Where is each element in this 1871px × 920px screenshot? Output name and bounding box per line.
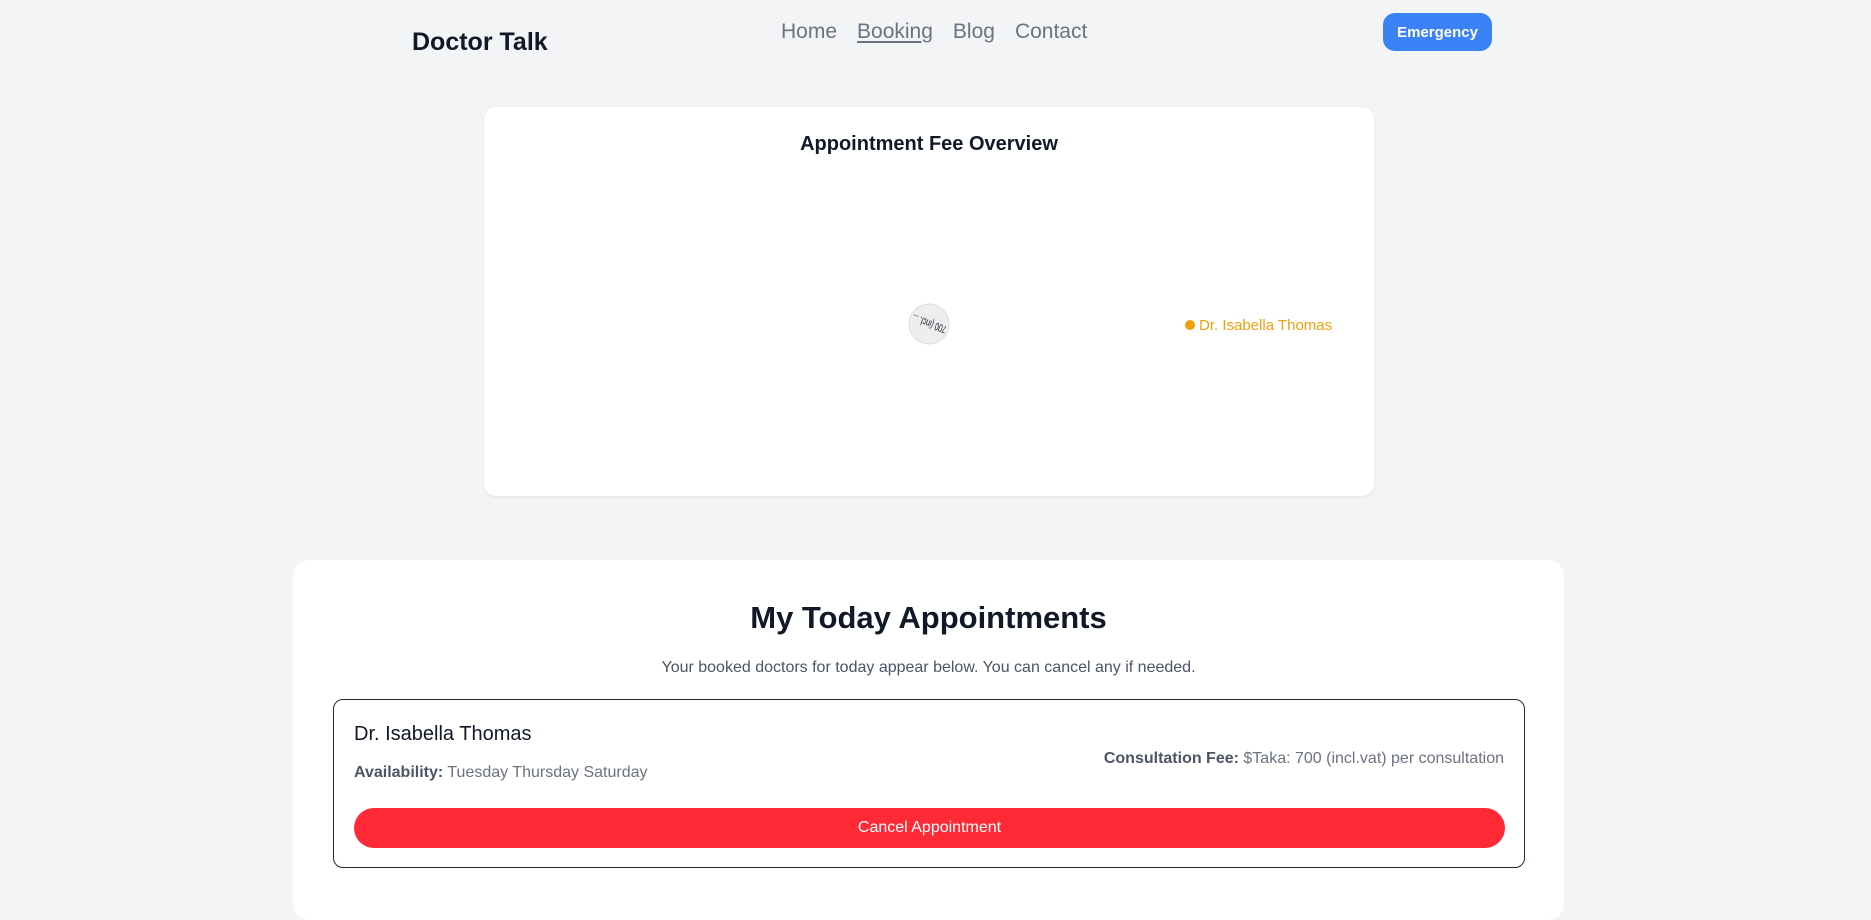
availability-days: Tuesday Thursday Saturday — [447, 764, 648, 781]
nav-contact[interactable]: Contact — [1015, 20, 1087, 44]
fee-value: $Taka: 700 (incl.vat) per consultation — [1243, 750, 1504, 767]
appointments-subtitle: Your booked doctors for today appear bel… — [661, 659, 1196, 676]
availability: Availability: Tuesday Thursday Saturday — [354, 764, 647, 782]
navbar: Doctor Talk Home Booking Blog Contact Em… — [0, 0, 1871, 70]
emergency-button[interactable]: Emergency — [1383, 13, 1492, 51]
consultation-fee: Consultation Fee: $Taka: 700 (incl.vat) … — [1104, 750, 1504, 768]
availability-label: Availability: — [354, 764, 444, 781]
appointments-card: My Today Appointments Your booked doctor… — [293, 560, 1564, 920]
nav-home[interactable]: Home — [781, 20, 837, 44]
doctor-name: Dr. Isabella Thomas — [354, 723, 532, 745]
fee-label: Consultation Fee: — [1103, 750, 1239, 767]
cancel-appointment-button[interactable]: Cancel Appointment — [354, 808, 1505, 848]
fee-chart-card: Appointment Fee Overview 700 (incl. ... D… — [484, 107, 1374, 496]
fee-pie-chart: 700 (incl. ... Dr. Isabella Thomas — [908, 303, 1332, 345]
legend-marker — [1185, 320, 1195, 330]
brand-logo[interactable]: Doctor Talk — [412, 28, 548, 57]
appointment-item: Dr. Isabella Thomas Availability: Tuesda… — [333, 699, 1525, 868]
nav-booking[interactable]: Booking — [857, 20, 933, 44]
nav-blog[interactable]: Blog — [953, 20, 995, 44]
appointments-heading: My Today Appointments — [750, 600, 1107, 635]
legend-label[interactable]: Dr. Isabella Thomas — [1199, 317, 1332, 334]
nav-links: Home Booking Blog Contact — [781, 20, 1087, 44]
